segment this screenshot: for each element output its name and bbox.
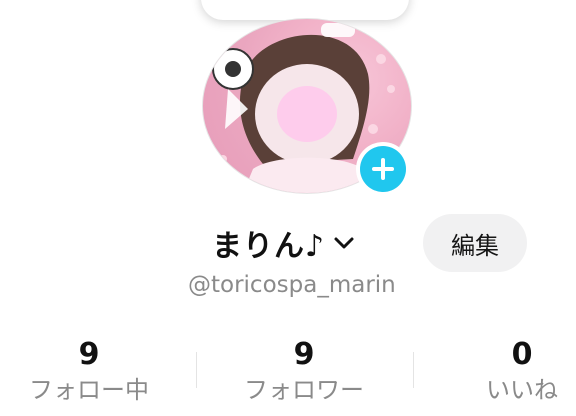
add-story-button[interactable] <box>356 142 410 196</box>
edit-profile-button[interactable]: 編集 <box>423 214 527 272</box>
stat-following[interactable]: 9 フォロー中 <box>14 336 164 406</box>
followers-label: フォロワー <box>244 376 364 404</box>
stat-followers[interactable]: 9 フォロワー <box>229 336 379 406</box>
likes-label: いいね <box>486 376 558 404</box>
account-switcher[interactable]: まりん♪ <box>212 220 355 266</box>
chevron-down-icon <box>333 235 355 255</box>
display-name: まりん♪ <box>212 229 326 264</box>
following-count: 9 <box>78 337 100 372</box>
followers-count: 9 <box>293 337 315 372</box>
following-label: フォロー中 <box>29 376 149 404</box>
top-floating-bar <box>201 0 409 20</box>
profile-page: まりん♪ 編集 @toricospa_marin 9 フォロー中 9 フォロワー… <box>0 0 576 416</box>
username: @toricospa_marin <box>188 272 396 298</box>
likes-count: 0 <box>511 337 533 372</box>
stat-divider <box>413 352 414 388</box>
plus-icon <box>360 146 406 192</box>
stat-likes[interactable]: 0 いいね <box>470 336 574 406</box>
stat-divider <box>196 352 197 388</box>
